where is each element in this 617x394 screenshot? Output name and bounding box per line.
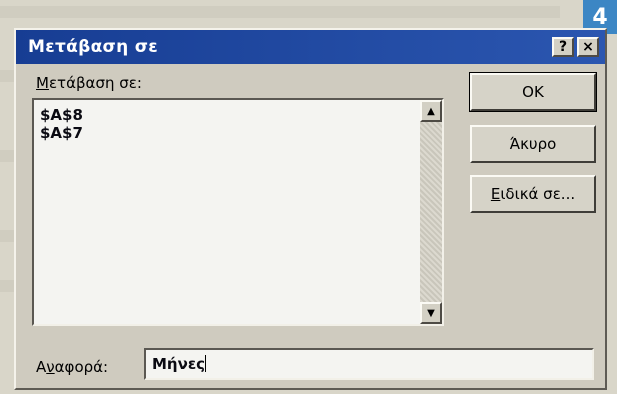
reference-label-text: αφορά: bbox=[54, 358, 109, 376]
scroll-down-arrow-icon[interactable]: ▼ bbox=[420, 302, 442, 324]
dialog-titlebar[interactable]: Μετάβαση σε ? × bbox=[16, 30, 605, 64]
special-button[interactable]: Ειδικά σε... bbox=[470, 175, 596, 213]
cancel-button[interactable]: Άκυρο bbox=[470, 125, 596, 163]
goto-label-text: ετάβαση σε: bbox=[48, 74, 142, 92]
vertical-scrollbar[interactable]: ▲ ▼ bbox=[420, 100, 442, 324]
text-caret bbox=[205, 355, 207, 372]
reference-label: Αναφορά: bbox=[36, 358, 108, 376]
reference-label-accesskey: ν bbox=[46, 358, 55, 376]
reference-input[interactable]: Μήνες bbox=[144, 348, 594, 380]
help-button[interactable]: ? bbox=[552, 37, 574, 57]
reference-label-start: Α bbox=[36, 358, 47, 376]
goto-listbox[interactable]: $A$8 $A$7 ▲ ▼ bbox=[32, 98, 444, 326]
titlebar-buttons: ? × bbox=[552, 37, 599, 57]
goto-label-accesskey: Μ bbox=[36, 74, 49, 92]
close-button[interactable]: × bbox=[577, 37, 599, 57]
goto-dialog: Μετάβαση σε ? × Μετάβαση σε: $A$8 $A$7 ▲… bbox=[14, 28, 607, 390]
special-accesskey: Ε bbox=[490, 185, 501, 203]
dialog-title: Μετάβαση σε bbox=[28, 37, 159, 57]
special-button-label: ιδικά σε... bbox=[500, 185, 576, 203]
list-item[interactable]: $A$7 bbox=[40, 124, 83, 142]
bg-text-line bbox=[0, 6, 560, 18]
scroll-up-arrow-icon[interactable]: ▲ bbox=[420, 100, 442, 122]
ok-button[interactable]: OK bbox=[469, 72, 597, 112]
goto-list-items: $A$8 $A$7 bbox=[40, 106, 83, 142]
goto-label: Μετάβαση σε: bbox=[36, 74, 142, 92]
reference-input-value: Μήνες bbox=[152, 355, 206, 373]
list-item[interactable]: $A$8 bbox=[40, 106, 83, 124]
